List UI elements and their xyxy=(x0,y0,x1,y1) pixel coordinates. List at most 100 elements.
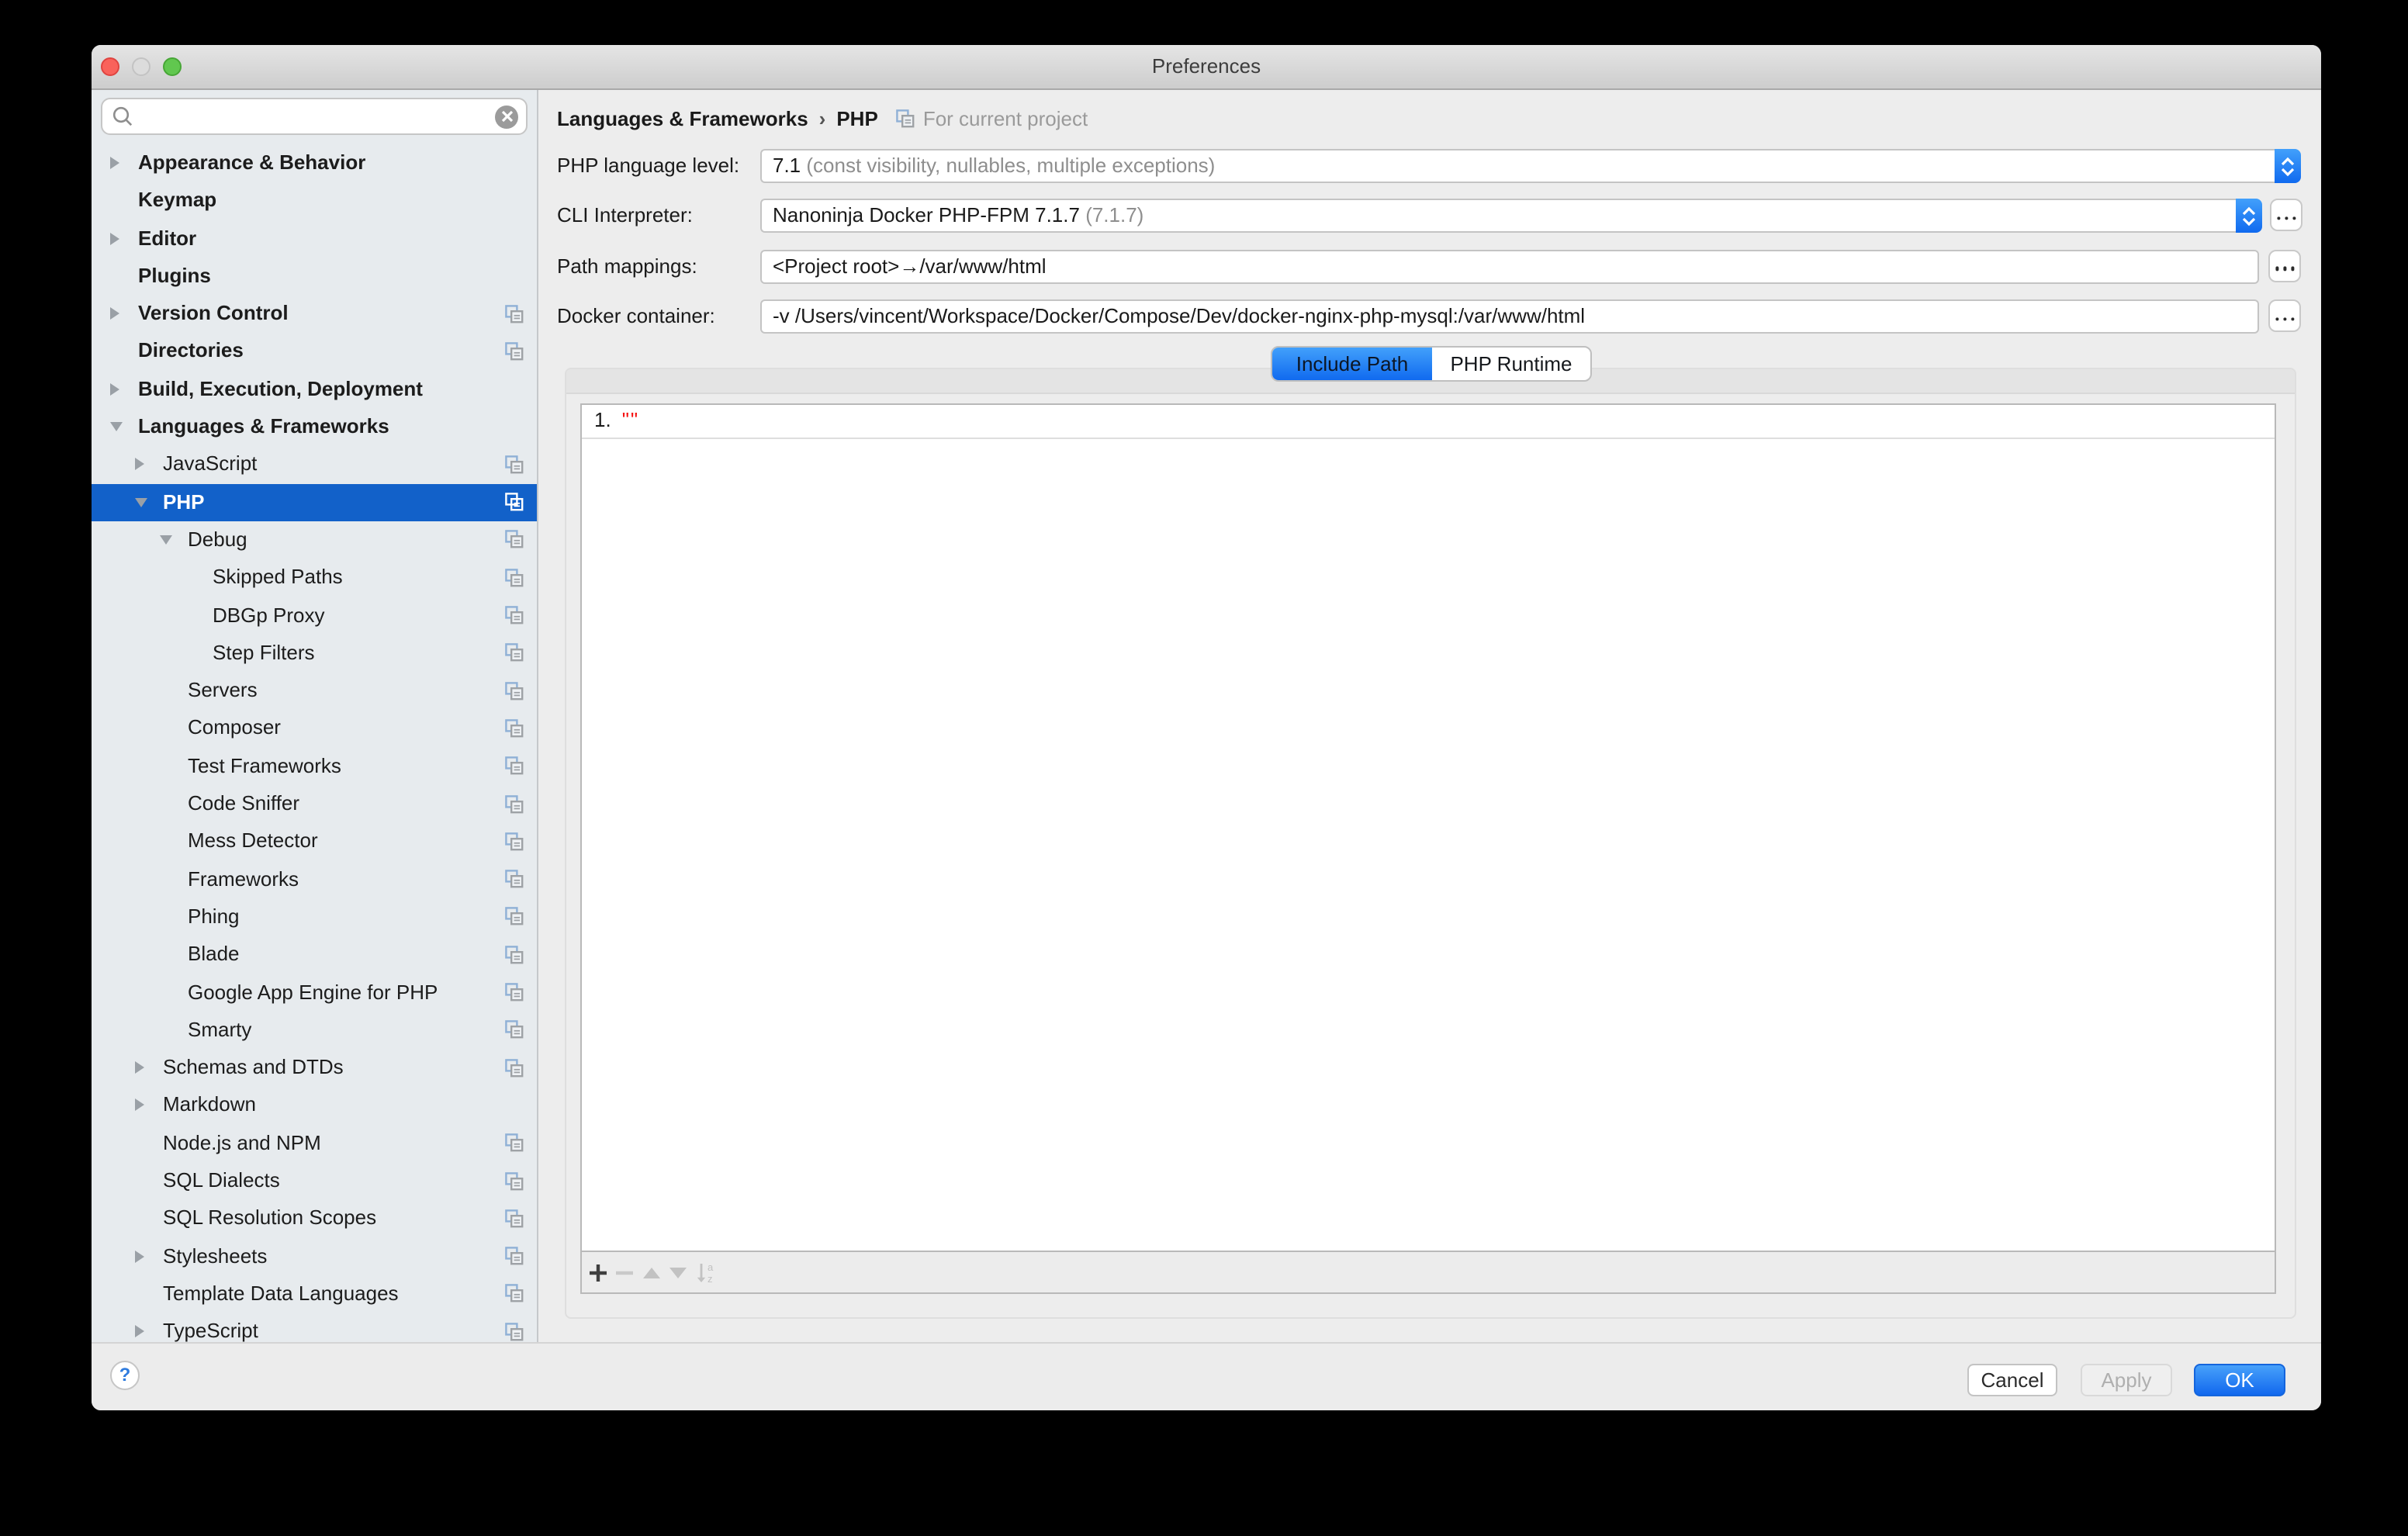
path-mappings-field[interactable]: <Project root>→/var/www/html xyxy=(760,249,2259,283)
sidebar-item-stylesheets[interactable]: Stylesheets xyxy=(92,1237,537,1275)
sidebar-item-schemas-and-dtds[interactable]: Schemas and DTDs xyxy=(92,1049,537,1087)
per-project-icon xyxy=(504,303,524,323)
sidebar-item-code-sniffer[interactable]: Code Sniffer xyxy=(92,785,537,823)
screen: Preferences Appearance & B xyxy=(0,0,2408,1536)
chevron-right-icon[interactable] xyxy=(110,232,119,244)
cli-interpreter-select[interactable]: Nanoninja Docker PHP-FPM 7.1.7 (7.1.7) xyxy=(760,199,2236,233)
docker-container-browse-button[interactable] xyxy=(2268,299,2301,332)
per-project-icon xyxy=(504,455,524,475)
list-item[interactable]: 1."" xyxy=(582,405,2275,438)
view-tabs: Include Path PHP Runtime xyxy=(1271,346,1592,382)
per-project-icon xyxy=(504,643,524,663)
ellipsis-icon xyxy=(2282,317,2286,321)
triangle-down-icon xyxy=(668,1265,687,1279)
include-path-list[interactable]: 1."" xyxy=(582,405,2275,1251)
chevron-right-icon[interactable] xyxy=(135,458,144,471)
combo-stepper-icon[interactable] xyxy=(2236,199,2262,233)
sidebar-item-php[interactable]: PHP xyxy=(92,483,537,521)
sidebar-item-keymap[interactable]: Keymap xyxy=(92,182,537,220)
docker-container-field[interactable]: -v /Users/vincent/Workspace/Docker/Compo… xyxy=(760,299,2259,334)
php-language-level-select[interactable]: 7.1 (const visibility, nullables, multip… xyxy=(760,149,2275,183)
add-button[interactable] xyxy=(585,1252,611,1292)
help-button[interactable]: ? xyxy=(110,1361,140,1390)
sidebar-item-label: Skipped Paths xyxy=(213,559,343,597)
sidebar-item-sql-resolution-scopes[interactable]: SQL Resolution Scopes xyxy=(92,1200,537,1238)
sidebar-item-directories[interactable]: Directories xyxy=(92,333,537,371)
per-project-icon xyxy=(504,944,524,964)
sort-button[interactable]: a z xyxy=(690,1252,721,1292)
sidebar-item-label: Code Sniffer xyxy=(188,785,299,823)
sidebar-item-frameworks[interactable]: Frameworks xyxy=(92,860,537,898)
sidebar-item-build-execution-deployment[interactable]: Build, Execution, Deployment xyxy=(92,371,537,409)
per-project-icon xyxy=(504,1209,524,1229)
sidebar-item-plugins[interactable]: Plugins xyxy=(92,258,537,296)
per-project-icon xyxy=(504,1284,524,1304)
sidebar-item-debug[interactable]: Debug xyxy=(92,521,537,559)
chevron-down-icon[interactable] xyxy=(160,534,172,545)
sidebar-item-composer[interactable]: Composer xyxy=(92,710,537,748)
combo-stepper-icon[interactable] xyxy=(2275,149,2301,183)
sidebar-item-appearance-behavior[interactable]: Appearance & Behavior xyxy=(92,144,537,182)
sidebar-item-sql-dialects[interactable]: SQL Dialects xyxy=(92,1162,537,1200)
chevron-right-icon[interactable] xyxy=(110,383,119,396)
ellipsis-icon xyxy=(2282,267,2286,271)
sidebar-item-template-data-languages[interactable]: Template Data Languages xyxy=(92,1275,537,1313)
sidebar-item-test-frameworks[interactable]: Test Frameworks xyxy=(92,748,537,786)
move-up-button[interactable] xyxy=(638,1252,664,1292)
move-down-button[interactable] xyxy=(664,1252,690,1292)
chevron-right-icon[interactable] xyxy=(110,157,119,169)
footer: ? Cancel Apply OK xyxy=(92,1342,2321,1410)
sidebar-item-skipped-paths[interactable]: Skipped Paths xyxy=(92,559,537,597)
tab-include-path[interactable]: Include Path xyxy=(1272,348,1432,380)
per-project-icon xyxy=(504,568,524,588)
minimize-button[interactable] xyxy=(132,57,150,76)
per-project-icon xyxy=(504,1246,524,1266)
close-icon xyxy=(500,110,513,123)
list-toolbar: a z xyxy=(582,1251,2275,1292)
close-button[interactable] xyxy=(101,57,119,76)
per-project-icon xyxy=(504,982,524,1002)
remove-button[interactable] xyxy=(611,1252,638,1292)
breadcrumb: Languages & Frameworks › PHP For current… xyxy=(557,102,1088,133)
sidebar-item-label: Servers xyxy=(188,672,258,710)
search-input[interactable] xyxy=(140,103,495,130)
chevron-right-icon[interactable] xyxy=(135,1099,144,1112)
for-current-project-icon xyxy=(895,108,915,128)
cancel-button[interactable]: Cancel xyxy=(1967,1364,2057,1396)
chevron-right-icon[interactable] xyxy=(110,307,119,320)
ok-button[interactable]: OK xyxy=(2194,1364,2285,1396)
sidebar-item-blade[interactable]: Blade xyxy=(92,936,537,974)
zoom-button[interactable] xyxy=(163,57,182,76)
clear-search-button[interactable] xyxy=(495,105,518,128)
sidebar-item-step-filters[interactable]: Step Filters xyxy=(92,635,537,673)
sidebar-item-servers[interactable]: Servers xyxy=(92,672,537,710)
sidebar-item-label: Editor xyxy=(138,220,196,258)
chevron-right-icon[interactable] xyxy=(135,1061,144,1074)
sidebar-item-phing[interactable]: Phing xyxy=(92,898,537,936)
sidebar-item-smarty[interactable]: Smarty xyxy=(92,1012,537,1050)
sidebar-item-typescript[interactable]: TypeScript xyxy=(92,1313,537,1342)
cli-interpreter-browse-button[interactable] xyxy=(2270,199,2302,231)
sidebar-item-node-js-and-npm[interactable]: Node.js and NPM xyxy=(92,1124,537,1162)
chevron-down-icon[interactable] xyxy=(110,420,123,431)
settings-search[interactable] xyxy=(101,98,528,135)
breadcrumb-separator-icon: › xyxy=(808,106,837,130)
sidebar-item-dbgp-proxy[interactable]: DBGp Proxy xyxy=(92,597,537,635)
chevron-down-icon[interactable] xyxy=(135,496,147,507)
tab-php-runtime[interactable]: PHP Runtime xyxy=(1432,348,1590,380)
chevron-right-icon[interactable] xyxy=(135,1325,144,1337)
per-project-icon xyxy=(504,832,524,852)
sort-az-icon: a z xyxy=(694,1261,718,1284)
sidebar-item-version-control[interactable]: Version Control xyxy=(92,295,537,333)
sidebar-item-google-app-engine-for-php[interactable]: Google App Engine for PHP xyxy=(92,974,537,1012)
sidebar-item-mess-detector[interactable]: Mess Detector xyxy=(92,823,537,861)
path-mappings-browse-button[interactable] xyxy=(2268,249,2301,282)
sidebar-item-javascript[interactable]: JavaScript xyxy=(92,446,537,484)
apply-button[interactable]: Apply xyxy=(2081,1364,2172,1396)
breadcrumb-section[interactable]: Languages & Frameworks xyxy=(557,106,808,130)
sidebar-item-label: Stylesheets xyxy=(163,1237,267,1275)
sidebar-item-languages-frameworks[interactable]: Languages & Frameworks xyxy=(92,408,537,446)
sidebar-item-markdown[interactable]: Markdown xyxy=(92,1087,537,1125)
chevron-right-icon[interactable] xyxy=(135,1250,144,1262)
sidebar-item-editor[interactable]: Editor xyxy=(92,220,537,258)
